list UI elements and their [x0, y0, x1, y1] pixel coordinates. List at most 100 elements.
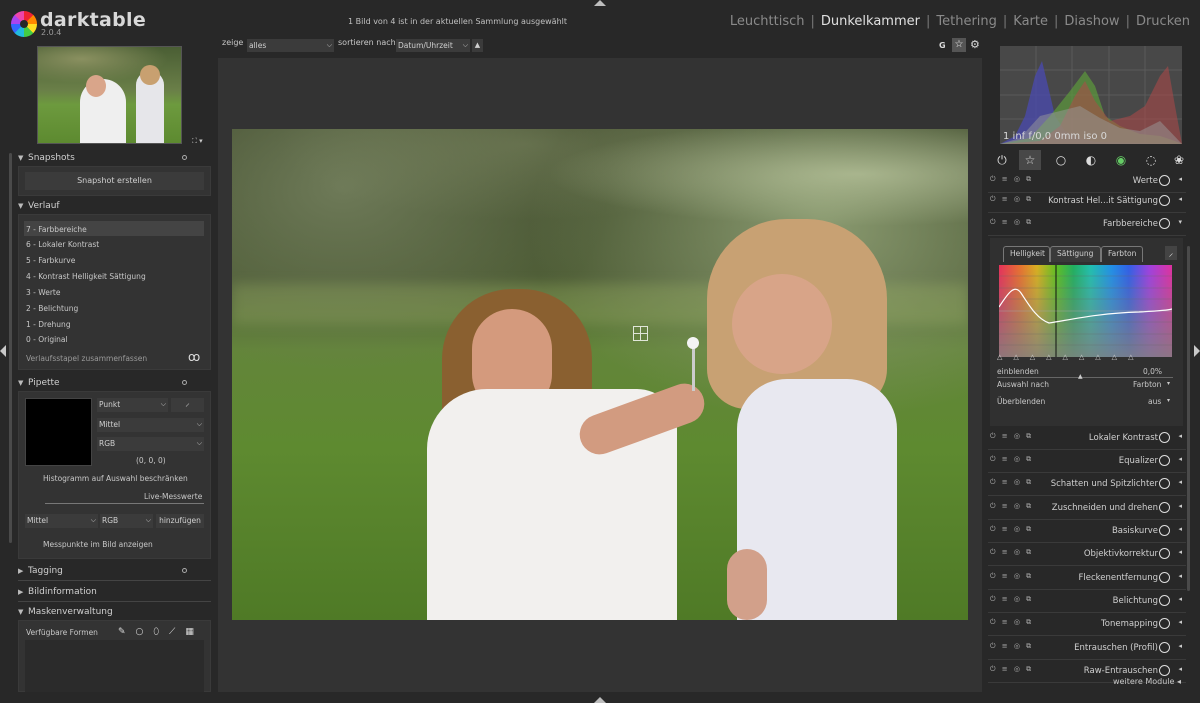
reset-icon[interactable] [182, 155, 187, 160]
chevron-left-icon[interactable]: ◂ [1178, 502, 1182, 510]
module-row[interactable]: ⏻ ≡ ◎ ⧉ Entrauschen (Profil) ◂ [988, 637, 1186, 659]
show-select[interactable]: alles ⌵ [247, 39, 334, 52]
history-item[interactable]: 4 - Kontrast Helligkeit Sättigung [26, 272, 146, 281]
bottom-panel-toggle[interactable] [594, 697, 606, 703]
top-panel-toggle[interactable] [594, 0, 606, 6]
view-leuchttisch[interactable]: Leuchttisch [730, 14, 805, 29]
chevron-left-icon[interactable]: ◂ [1178, 572, 1182, 580]
module-row[interactable]: ⏻ ≡ ◎ ⧉ Objektivkorrektur ◂ [988, 543, 1186, 565]
module-row[interactable]: ⏻ ≡ ◎ ⧉ Zuschneiden und drehen ◂ [988, 497, 1186, 519]
overblend-value[interactable]: aus [1148, 397, 1161, 406]
right-scrollbar[interactable] [1187, 246, 1190, 591]
tagging-header[interactable]: ▶ Tagging [18, 566, 63, 576]
module-row[interactable]: ⏻ ≡ ◎ ⧉ Schatten und Spitzlichter ◂ [988, 473, 1186, 495]
mask-shape-tools[interactable]: ✎○⬯⟋▦ [118, 627, 204, 637]
chevron-left-icon[interactable]: ◂ [1178, 595, 1182, 603]
chevron-left-icon[interactable]: ◂ [1178, 548, 1182, 556]
module-row[interactable]: ⏻ ≡ ◎ ⧉ Kontrast Hel...it Sättigung ◂ [988, 190, 1186, 212]
left-scrollbar[interactable] [9, 153, 12, 543]
history-item[interactable]: 0 - Original [26, 335, 68, 344]
favorites-star-icon[interactable]: ☆ [1019, 150, 1041, 170]
chevron-left-icon[interactable]: ◂ [1178, 175, 1182, 183]
tab-farbton[interactable]: Farbton [1101, 246, 1143, 262]
colorzones-graph[interactable] [999, 265, 1172, 357]
module-controls-icon[interactable]: ⏻ ≡ ◎ ⧉ [990, 502, 1033, 511]
colorzones-nodes[interactable]: △△△△△△△△△ [997, 353, 1174, 361]
view-karte[interactable]: Karte [1013, 14, 1048, 29]
module-row[interactable]: ⏻ ≡ ◎ ⧉ Farbbereiche ▾ [988, 213, 1186, 235]
slider-handle-icon[interactable]: ▲ [1078, 373, 1083, 380]
chevron-left-icon[interactable]: ◂ [1178, 455, 1182, 463]
view-tethering[interactable]: Tethering [936, 14, 997, 29]
module-controls-icon[interactable]: ⏻ ≡ ◎ ⧉ [990, 478, 1033, 487]
imageinfo-header[interactable]: ▶ Bildinformation [18, 587, 97, 597]
select-by-value[interactable]: Farbton [1133, 380, 1161, 389]
module-row[interactable]: ⏻ ≡ ◎ ⧉ Tonemapping ◂ [988, 613, 1186, 635]
module-controls-icon[interactable]: ⏻ ≡ ◎ ⧉ [990, 595, 1033, 604]
history-compress-button[interactable]: Verlaufsstapel zusammenfassen [26, 354, 147, 363]
module-controls-icon[interactable]: ⏻ ≡ ◎ ⧉ [990, 618, 1033, 627]
chevron-left-icon[interactable]: ◂ [1178, 618, 1182, 626]
picker-header[interactable]: ▼ Pipette [18, 378, 60, 388]
effects-group-icon[interactable]: ❀ [1168, 150, 1190, 170]
chevron-left-icon[interactable]: ◂ [1178, 665, 1182, 673]
blend-value[interactable]: 0,0% [1143, 367, 1162, 376]
masks-header[interactable]: ▼ Maskenverwaltung [18, 607, 113, 617]
sort-order-button[interactable]: ▲ [472, 39, 483, 52]
view-dunkelkammer[interactable]: Dunkelkammer [821, 14, 920, 29]
chevron-down-icon[interactable]: ▾ [1167, 380, 1170, 387]
view-drucken[interactable]: Drucken [1136, 14, 1190, 29]
right-panel-toggle[interactable] [1194, 345, 1200, 357]
live-stat-select[interactable]: Mittel ⌵ [25, 514, 98, 528]
history-item[interactable]: 6 - Lokaler Kontrast [26, 240, 99, 249]
more-modules-link[interactable]: weitere Module ◂ [1113, 677, 1181, 686]
module-row[interactable]: ⏻ ≡ ◎ ⧉ Equalizer ◂ [988, 450, 1186, 472]
reset-icon[interactable] [182, 380, 187, 385]
power-icon[interactable]: ⏻ [991, 150, 1013, 170]
live-add-button[interactable]: hinzufügen [156, 514, 204, 528]
module-controls-icon[interactable]: ⏻ ≡ ◎ ⧉ [990, 455, 1033, 464]
basic-group-icon[interactable]: ○ [1050, 150, 1072, 170]
show-samples-toggle[interactable]: Messpunkte im Bild anzeigen [43, 540, 153, 549]
module-controls-icon[interactable]: ⏻ ≡ ◎ ⧉ [990, 218, 1033, 227]
chevron-left-icon[interactable]: ◂ [1178, 525, 1182, 533]
module-controls-icon[interactable]: ⏻ ≡ ◎ ⧉ [990, 432, 1033, 441]
chevron-left-icon[interactable]: ◂ [1178, 432, 1182, 440]
snapshots-header[interactable]: ▼ Snapshots [18, 153, 75, 163]
gear-icon[interactable]: ⚙ [970, 38, 980, 51]
module-controls-icon[interactable]: ⏻ ≡ ◎ ⧉ [990, 548, 1033, 557]
view-diashow[interactable]: Diashow [1064, 14, 1119, 29]
sort-select[interactable]: Datum/Uhrzeit ⌵ [396, 39, 470, 52]
history-item[interactable]: 3 - Werte [26, 288, 60, 297]
grouping-toggle[interactable]: G [939, 41, 946, 50]
star-overlay-icon[interactable]: ☆ [952, 38, 966, 52]
reset-icon[interactable] [182, 568, 187, 573]
picker-model-select[interactable]: RGB ⌵ [97, 437, 204, 451]
module-controls-icon[interactable]: ⏻ ≡ ◎ ⧉ [990, 642, 1033, 651]
live-model-select[interactable]: RGB ⌵ [100, 514, 153, 528]
module-controls-icon[interactable]: ⏻ ≡ ◎ ⧉ [990, 665, 1033, 674]
main-image[interactable] [232, 129, 968, 620]
picker-mode-select[interactable]: Punkt ⌵ [97, 398, 168, 412]
history-item[interactable]: 5 - Farbkurve [26, 256, 75, 265]
module-controls-icon[interactable]: ⏻ ≡ ◎ ⧉ [990, 175, 1033, 184]
tone-group-icon[interactable]: ◐ [1080, 150, 1102, 170]
module-controls-icon[interactable]: ⏻ ≡ ◎ ⧉ [990, 195, 1033, 204]
left-panel-toggle[interactable] [0, 345, 6, 357]
correct-group-icon[interactable]: ◌ [1140, 150, 1162, 170]
history-style-icon[interactable]: ꝏ [188, 350, 200, 364]
module-row[interactable]: ⏻ ≡ ◎ ⧉ Werte ◂ [988, 170, 1186, 192]
module-row[interactable]: ⏻ ≡ ◎ ⧉ Fleckenentfernung ◂ [988, 567, 1186, 589]
picker-eyedropper-button[interactable]: ⸝ [171, 398, 204, 412]
chevron-left-icon[interactable]: ◂ [1178, 478, 1182, 486]
chevron-down-icon[interactable]: ▾ [1167, 397, 1170, 404]
navigation-thumbnail[interactable] [37, 46, 182, 144]
chevron-down-icon[interactable]: ▾ [1178, 218, 1182, 226]
tab-helligkeit[interactable]: Helligkeit [1003, 246, 1050, 262]
histogram[interactable] [1000, 46, 1182, 144]
history-item[interactable]: 2 - Belichtung [26, 304, 78, 313]
history-item[interactable]: 1 - Drehung [26, 320, 71, 329]
picker-restrict-toggle[interactable]: Histogramm auf Auswahl beschränken [43, 474, 188, 483]
module-row[interactable]: ⏻ ≡ ◎ ⧉ Basiskurve ◂ [988, 520, 1186, 542]
module-controls-icon[interactable]: ⏻ ≡ ◎ ⧉ [990, 525, 1033, 534]
